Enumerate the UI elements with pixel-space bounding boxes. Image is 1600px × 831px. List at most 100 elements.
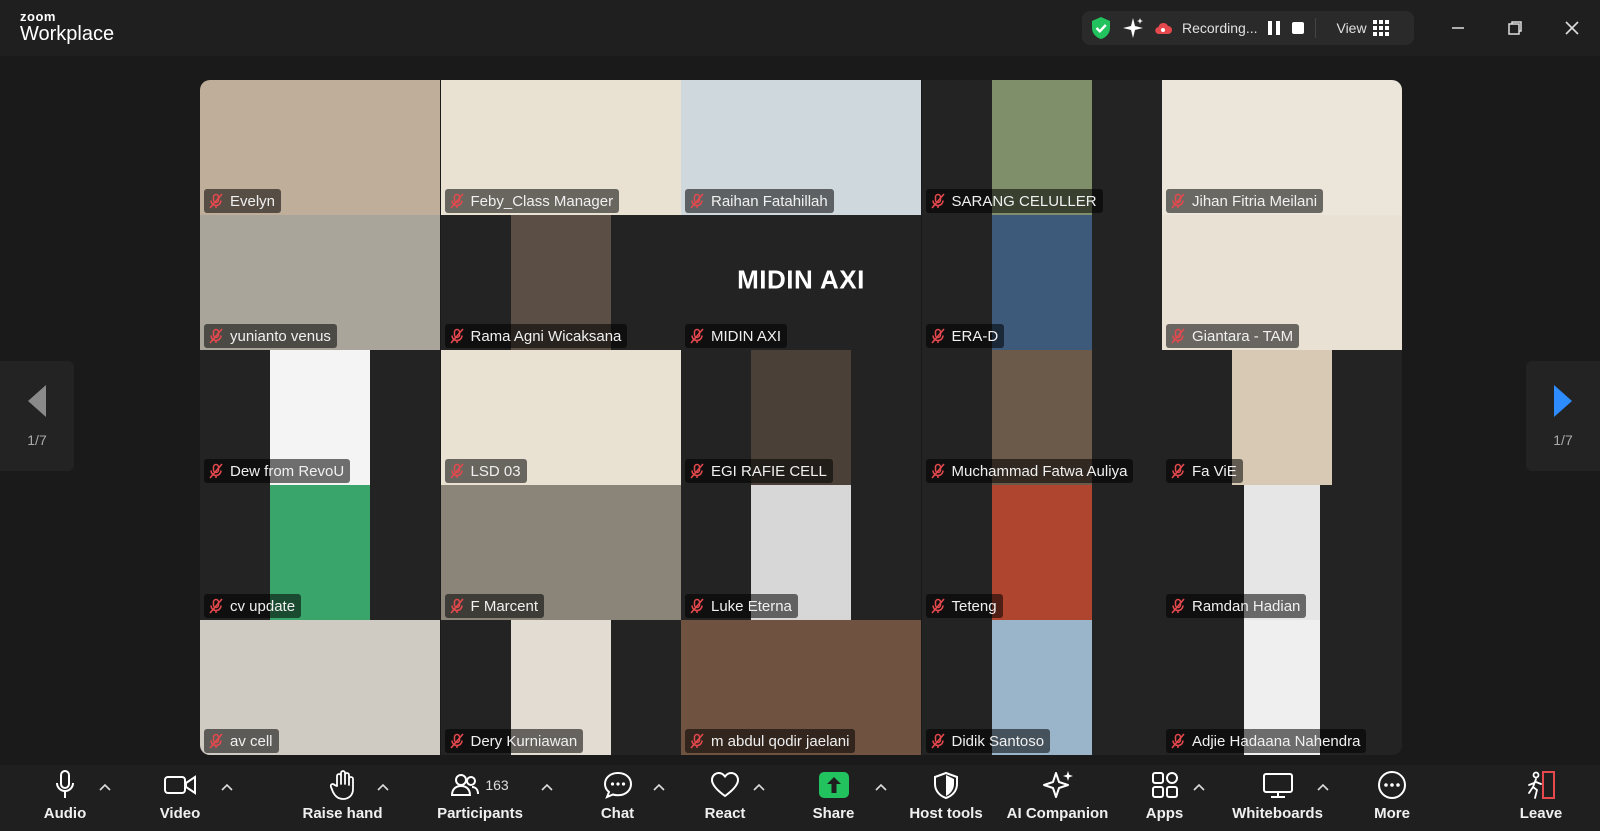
- mic-muted-icon: [449, 463, 464, 479]
- participant-name: Luke Eterna: [711, 597, 792, 615]
- participant-name: Muchammad Fatwa Auliya: [951, 462, 1128, 480]
- chat-button[interactable]: Chat: [590, 765, 645, 831]
- participant-tile[interactable]: Didik Santoso: [921, 620, 1162, 755]
- participant-name: Dew from RevoU: [230, 462, 345, 480]
- participant-name: EGI RAFIE CELL: [711, 462, 827, 480]
- whiteboards-button[interactable]: Whiteboards: [1230, 765, 1325, 831]
- participant-tile[interactable]: Rama Agni Wicaksana: [440, 215, 681, 350]
- stop-recording-icon[interactable]: [1291, 21, 1305, 35]
- previous-page-button[interactable]: 1/7: [0, 361, 74, 471]
- participant-tile[interactable]: Fa ViE: [1162, 350, 1402, 485]
- participant-tile[interactable]: Ramdan Hadian: [1162, 485, 1402, 620]
- share-button[interactable]: Share: [806, 765, 861, 831]
- participants-options-chevron-icon[interactable]: [540, 780, 554, 794]
- raise-hand-button[interactable]: Raise hand: [300, 765, 385, 831]
- mic-muted-icon: [1171, 733, 1185, 749]
- minimize-icon[interactable]: [1444, 14, 1472, 42]
- participant-nameplate: av cell: [204, 729, 279, 753]
- participant-nameplate: m abdul qodir jaelani: [685, 729, 856, 753]
- video-options-chevron-icon[interactable]: [220, 780, 234, 794]
- mic-muted-icon: [690, 733, 704, 749]
- participant-tile[interactable]: Evelyn: [200, 80, 440, 215]
- app-logo: zoom Workplace: [20, 10, 114, 44]
- gallery-view: 1/7 Evelyn Feby_Class Manager Raihan Fatah…: [0, 56, 1600, 765]
- participant-tile[interactable]: Feby_Class Manager: [440, 80, 681, 215]
- whiteboards-options-chevron-icon[interactable]: [1316, 780, 1330, 794]
- participant-name: m abdul qodir jaelani: [711, 732, 850, 750]
- participant-tile[interactable]: EGI RAFIE CELL: [681, 350, 921, 485]
- close-icon[interactable]: [1558, 14, 1586, 42]
- chat-options-chevron-icon[interactable]: [652, 780, 666, 794]
- participant-tile[interactable]: Teteng: [921, 485, 1162, 620]
- participant-tile[interactable]: LSD 03: [440, 350, 681, 485]
- participant-video: [991, 215, 1092, 350]
- participant-tile[interactable]: m abdul qodir jaelani: [681, 620, 921, 755]
- divider: [1315, 18, 1317, 38]
- participant-tile[interactable]: Adjie Hadaana Nahendra: [1162, 620, 1402, 755]
- host-tools-button[interactable]: Host tools: [906, 765, 986, 831]
- mic-muted-icon: [209, 193, 223, 209]
- page-indicator-left: 1/7: [27, 432, 47, 448]
- participant-name: Didik Santoso: [951, 732, 1045, 750]
- brand-name: Workplace: [20, 23, 115, 45]
- apps-options-chevron-icon[interactable]: [1192, 780, 1206, 794]
- restore-icon[interactable]: [1501, 14, 1529, 42]
- raise-hand-options-chevron-icon[interactable]: [376, 780, 390, 794]
- participant-tile[interactable]: Luke Eterna: [681, 485, 921, 620]
- recording-status: Recording...: [1182, 20, 1258, 36]
- participant-name: Jihan Fitria Meilani: [1192, 192, 1318, 210]
- view-button[interactable]: View: [1336, 20, 1389, 36]
- participant-nameplate: Giantara - TAM: [1166, 324, 1300, 348]
- participants-button[interactable]: 163 Participants: [430, 765, 530, 831]
- participant-name: Teteng: [951, 597, 997, 615]
- participant-tile[interactable]: av cell: [200, 620, 440, 755]
- audio-button[interactable]: Audio: [40, 765, 90, 831]
- participant-tile[interactable]: cv update: [200, 485, 440, 620]
- security-shield-icon[interactable]: [1090, 16, 1112, 40]
- participant-name: av cell: [230, 732, 273, 750]
- participant-name: ERA-D: [951, 327, 999, 345]
- participant-tile[interactable]: SARANG CELULLER: [921, 80, 1162, 215]
- chevron-right-icon: [1554, 385, 1572, 417]
- participant-tile[interactable]: Dery Kurniawan: [440, 620, 681, 755]
- apps-button[interactable]: Apps: [1137, 765, 1192, 831]
- participant-nameplate: Adjie Hadaana Nahendra: [1166, 729, 1367, 753]
- participant-nameplate: F Marcent: [444, 594, 545, 618]
- meeting-status-bar: Recording... View: [1082, 11, 1414, 45]
- leave-button[interactable]: Leave: [1516, 765, 1566, 831]
- participant-tile[interactable]: Raihan Fatahillah: [681, 80, 921, 215]
- participant-tile[interactable]: MIDIN AXI MIDIN AXI: [681, 215, 921, 350]
- share-options-chevron-icon[interactable]: [874, 780, 888, 794]
- pause-recording-icon[interactable]: [1267, 20, 1281, 36]
- next-page-button[interactable]: 1/7: [1526, 361, 1600, 471]
- mic-muted-icon: [209, 463, 223, 479]
- apps-grid-icon: [1151, 772, 1178, 798]
- participant-name: F Marcent: [470, 597, 539, 615]
- ai-companion-label: AI Companion: [1006, 805, 1109, 822]
- ai-companion-button[interactable]: AI Companion: [1005, 765, 1110, 831]
- participant-display-name: MIDIN AXI: [737, 263, 865, 294]
- participant-nameplate: Teteng: [925, 594, 1003, 618]
- participant-nameplate: ERA-D: [925, 324, 1005, 348]
- participant-name: Feby_Class Manager: [470, 192, 614, 210]
- cloud-recording-icon: [1154, 21, 1172, 35]
- audio-options-chevron-icon[interactable]: [98, 780, 112, 794]
- participant-tile[interactable]: F Marcent: [440, 485, 681, 620]
- video-button[interactable]: Video: [155, 765, 205, 831]
- mic-muted-icon: [209, 598, 223, 614]
- participant-tile[interactable]: Dew from RevoU: [200, 350, 440, 485]
- view-label: View: [1336, 20, 1367, 36]
- participant-tile[interactable]: ERA-D: [921, 215, 1162, 350]
- mic-muted-icon: [930, 733, 945, 749]
- more-button[interactable]: More: [1367, 765, 1417, 831]
- react-options-chevron-icon[interactable]: [752, 780, 766, 794]
- participant-tile[interactable]: Muchammad Fatwa Auliya: [921, 350, 1162, 485]
- more-dots-icon: [1378, 771, 1406, 799]
- mic-muted-icon: [690, 193, 704, 209]
- participant-tile[interactable]: Giantara - TAM: [1162, 215, 1402, 350]
- ai-sparkle-icon[interactable]: [1122, 17, 1144, 39]
- participant-tile[interactable]: Jihan Fitria Meilani: [1162, 80, 1402, 215]
- react-button[interactable]: React: [700, 765, 750, 831]
- participant-tile[interactable]: yunianto venus: [200, 215, 440, 350]
- participant-video: [1232, 350, 1332, 485]
